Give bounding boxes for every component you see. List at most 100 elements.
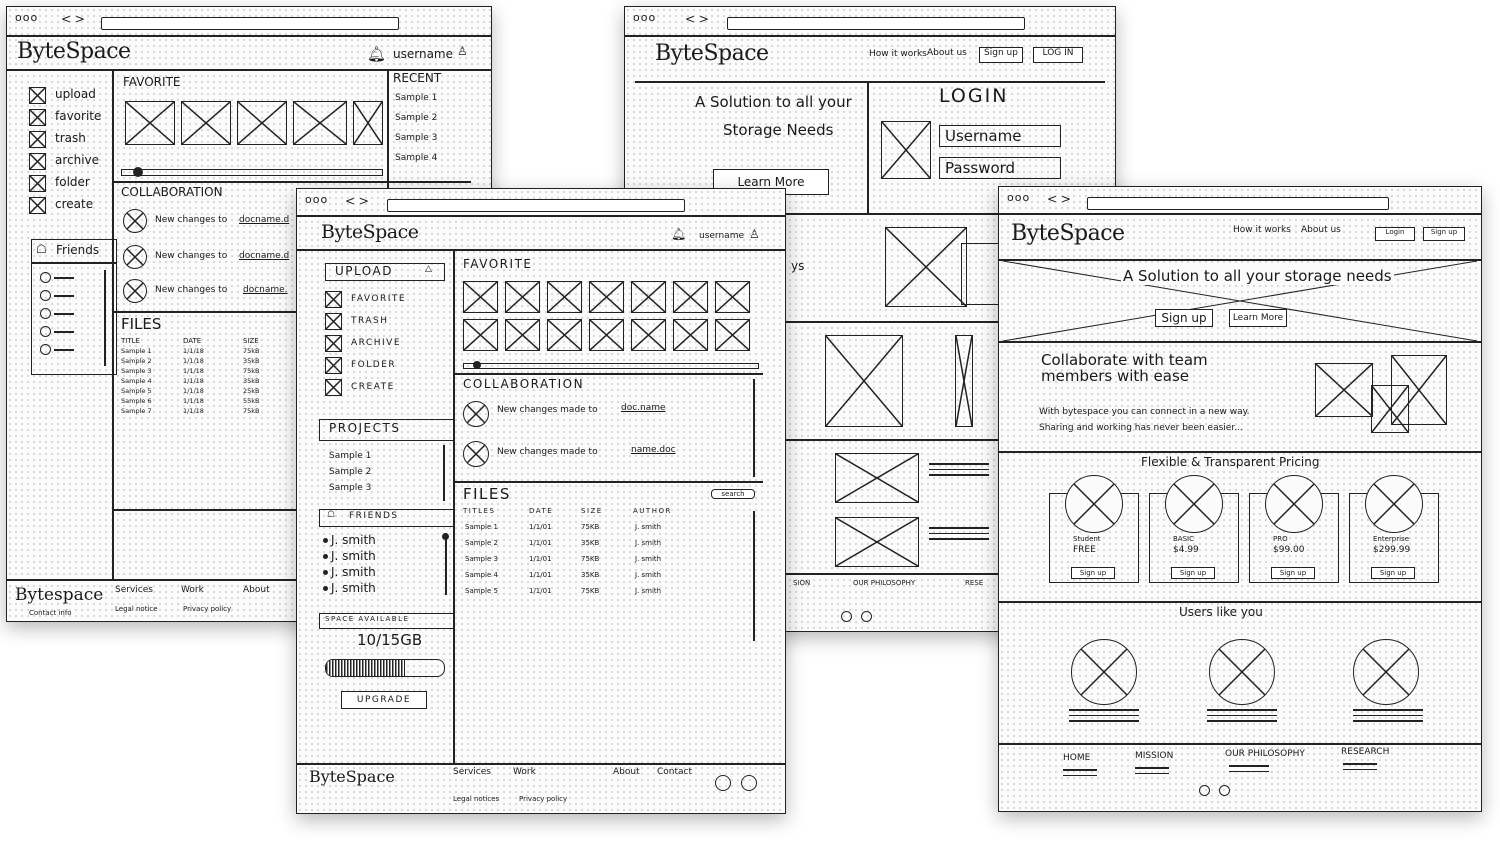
favorite-thumb[interactable]	[547, 281, 582, 313]
table-cell[interactable]: Sample 3	[465, 555, 498, 563]
table-cell[interactable]: Sample 5	[121, 387, 152, 395]
nav-arrows-icon[interactable]: < >	[61, 12, 85, 26]
table-cell[interactable]: 75kB	[243, 367, 260, 375]
project-item[interactable]: Sample 2	[329, 467, 371, 477]
table-cell[interactable]: Sample 2	[121, 357, 152, 365]
friends-scrollbar[interactable]	[445, 533, 447, 595]
col-header-title[interactable]: TITLES	[463, 507, 495, 515]
col-header-size[interactable]: SIZE	[581, 507, 603, 515]
project-item[interactable]: Sample 1	[329, 451, 371, 461]
menu-trash[interactable]: TRASH	[351, 316, 389, 326]
footer-legal[interactable]: Legal notices	[453, 795, 499, 803]
footer-research[interactable]: RESEARCH	[1341, 747, 1389, 757]
favorite-thumb[interactable]	[589, 281, 624, 313]
favorite-thumb[interactable]	[505, 319, 540, 351]
footer-link-contact[interactable]: Contact	[657, 767, 692, 777]
hero-signup-button[interactable]: Sign up	[1155, 309, 1213, 327]
menu-favorite[interactable]: FAVORITE	[351, 294, 406, 304]
favorite-thumb[interactable]	[181, 101, 231, 145]
window-controls-icon[interactable]: ooo	[15, 11, 38, 24]
facebook-icon[interactable]	[841, 611, 852, 622]
friend-item[interactable]: J. smith	[331, 581, 376, 595]
user-icon[interactable]: ♙	[457, 44, 468, 58]
table-cell[interactable]: Sample 6	[121, 397, 152, 405]
table-cell[interactable]: 55kB	[243, 397, 260, 405]
nav-how-it-works[interactable]: How it works	[869, 49, 927, 59]
favorite-thumb[interactable]	[673, 319, 708, 351]
table-cell[interactable]: Sample 3	[121, 367, 152, 375]
nav-about-us[interactable]: About us	[927, 48, 967, 58]
favorite-scrollbar[interactable]	[121, 169, 383, 176]
footer-link-about[interactable]: About	[613, 767, 640, 777]
nav-about-us[interactable]: About us	[1301, 225, 1341, 235]
favorite-thumb[interactable]	[125, 101, 175, 145]
table-cell[interactable]: 1/1/18	[183, 347, 204, 355]
table-cell[interactable]: 1/1/01	[529, 523, 552, 531]
favorite-thumb[interactable]	[547, 319, 582, 351]
table-cell[interactable]: 1/1/18	[183, 357, 204, 365]
nav-arrows-icon[interactable]: < >	[345, 194, 369, 208]
table-cell[interactable]: Sample 2	[465, 539, 498, 547]
favorite-thumb[interactable]	[715, 281, 750, 313]
nav-arrows-icon[interactable]: < >	[1047, 192, 1071, 206]
plan-signup-button[interactable]: Sign up	[1371, 567, 1415, 579]
login-button[interactable]: LOG IN	[1033, 47, 1083, 63]
search-input[interactable]: search	[711, 489, 755, 499]
table-cell[interactable]: Sample 4	[121, 377, 152, 385]
table-cell[interactable]: 75KB	[581, 555, 599, 563]
col-header-date[interactable]: DATE	[183, 337, 201, 345]
username-label[interactable]: username	[393, 47, 453, 61]
favorite-thumb[interactable]	[673, 281, 708, 313]
nav-arrows-icon[interactable]: < >	[685, 12, 709, 26]
menu-create[interactable]: CREATE	[351, 382, 395, 392]
favorite-thumb[interactable]	[715, 319, 750, 351]
collab-link[interactable]: docname.	[243, 285, 288, 295]
plan-signup-button[interactable]: Sign up	[1271, 567, 1315, 579]
files-scrollbar[interactable]	[753, 511, 755, 641]
footer-privacy[interactable]: Privacy policy	[183, 605, 231, 613]
collab-link[interactable]: docname.d	[239, 251, 289, 261]
address-bar[interactable]	[727, 17, 1025, 30]
footer-link-about[interactable]: About	[243, 585, 270, 595]
table-cell[interactable]: Sample 5	[465, 587, 498, 595]
table-cell[interactable]: 1/1/01	[529, 571, 552, 579]
table-cell[interactable]: J. smith	[635, 571, 661, 579]
menu-archive[interactable]: ARCHIVE	[351, 338, 401, 348]
table-cell[interactable]: 1/1/01	[529, 555, 552, 563]
folder-icon[interactable]	[325, 357, 342, 374]
window-controls-icon[interactable]: ooo	[1007, 191, 1030, 204]
collab-link[interactable]: docname.d	[239, 215, 289, 225]
bell-icon[interactable]: 🔔︎	[367, 45, 386, 63]
hero-learn-more-button[interactable]: Learn More	[1229, 309, 1287, 327]
window-controls-icon[interactable]: ooo	[633, 11, 656, 24]
username-label[interactable]: username	[699, 231, 744, 241]
footer-link-services[interactable]: Services	[115, 585, 153, 595]
favorite-thumb[interactable]	[463, 281, 498, 313]
create-icon[interactable]	[29, 197, 46, 214]
table-cell[interactable]: J. smith	[635, 555, 661, 563]
col-header-title[interactable]: TITLE	[121, 337, 140, 345]
folder-icon[interactable]	[29, 175, 46, 192]
recent-item[interactable]: Sample 3	[395, 133, 437, 143]
footer-philosophy[interactable]: OUR PHILOSOPHY	[1225, 749, 1305, 759]
table-cell[interactable]: 35KB	[581, 539, 599, 547]
favorite-thumb[interactable]	[505, 281, 540, 313]
table-cell[interactable]: 1/1/01	[529, 539, 552, 547]
collab-scrollbar[interactable]	[753, 379, 755, 477]
table-cell[interactable]: 75kB	[243, 347, 260, 355]
scroll-thumb[interactable]	[473, 361, 481, 369]
table-cell[interactable]: 35KB	[581, 571, 599, 579]
footer-mission[interactable]: SION	[793, 579, 810, 587]
create-icon[interactable]	[325, 379, 342, 396]
table-cell[interactable]: 1/1/18	[183, 387, 204, 395]
table-cell[interactable]: 75kB	[243, 407, 260, 415]
nav-how-it-works[interactable]: How it works	[1233, 225, 1291, 235]
col-header-size[interactable]: SIZE	[243, 337, 259, 345]
social-icon[interactable]	[861, 611, 872, 622]
col-header-author[interactable]: AUTHOR	[633, 507, 672, 515]
footer-research[interactable]: RESE	[965, 579, 983, 587]
table-cell[interactable]: Sample 4	[465, 571, 498, 579]
footer-mission[interactable]: MISSION	[1135, 751, 1173, 761]
table-cell[interactable]: Sample 7	[121, 407, 152, 415]
table-cell[interactable]: J. smith	[635, 587, 661, 595]
